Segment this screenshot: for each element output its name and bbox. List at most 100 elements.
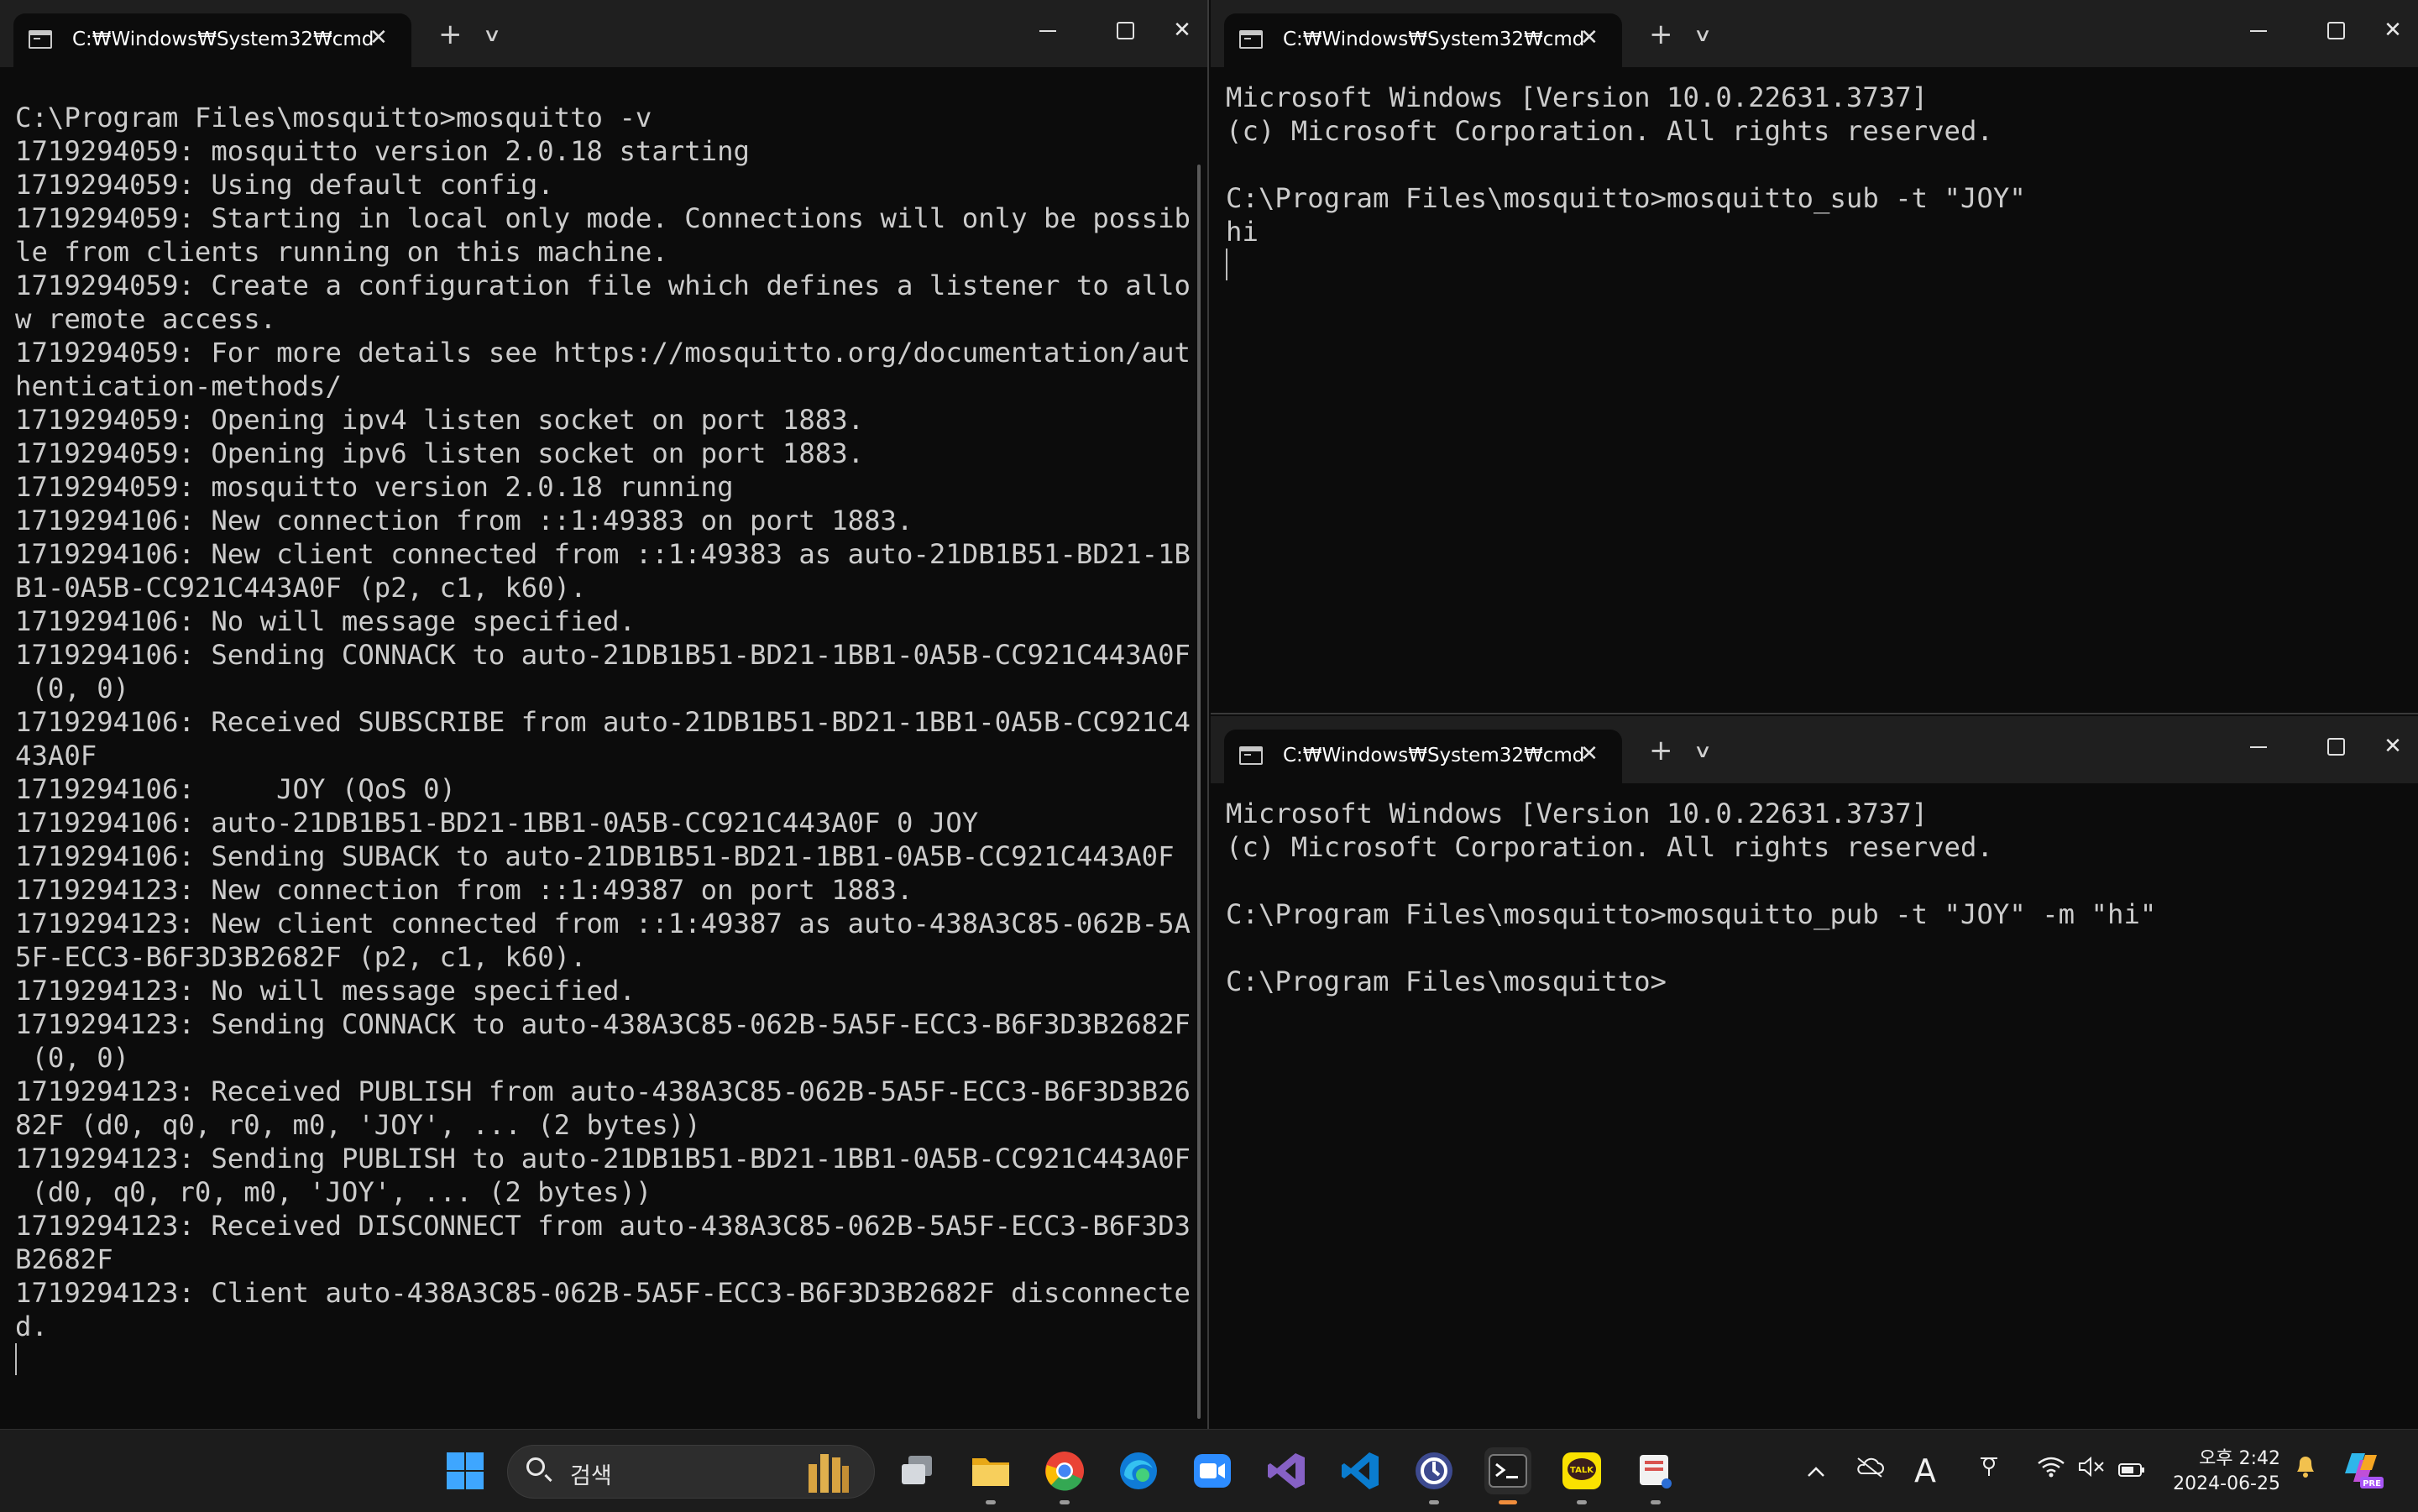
file-explorer-button[interactable] bbox=[967, 1447, 1014, 1504]
close-icon: ✕ bbox=[2384, 18, 2402, 43]
vscode-icon bbox=[1342, 1452, 1379, 1489]
clock-date: 2024-06-25 bbox=[2173, 1473, 2280, 1494]
new-tab-button[interactable]: + bbox=[438, 20, 463, 49]
tab-close-icon[interactable]: ✕ bbox=[1580, 25, 1599, 50]
console-line: 1719294059: Opening ipv4 listen socket o… bbox=[15, 404, 865, 436]
copilot-button[interactable]: PRE bbox=[2339, 1448, 2386, 1494]
zoom-button[interactable] bbox=[1189, 1447, 1236, 1494]
title-bar[interactable]: C:₩Windows₩System32₩cmd ✕ + ∨ ✕ bbox=[1211, 0, 2418, 67]
vscode-button[interactable] bbox=[1337, 1447, 1384, 1494]
console-line: hi bbox=[1226, 216, 1259, 248]
console-line: B2682F bbox=[15, 1243, 113, 1275]
wifi-icon bbox=[2038, 1457, 2065, 1478]
console-line: 1719294123: Sending CONNACK to auto-438A… bbox=[15, 1008, 1191, 1040]
running-indicator bbox=[986, 1500, 996, 1504]
console-output[interactable]: Microsoft Windows [Version 10.0.22631.37… bbox=[1226, 797, 2384, 998]
console-line: 1719294123: No will message specified. bbox=[15, 975, 636, 1007]
notifications-button[interactable] bbox=[2289, 1448, 2322, 1494]
close-button[interactable]: ✕ bbox=[1157, 13, 1207, 47]
console-line: 1719294106: No will message specified. bbox=[15, 605, 636, 637]
console-line: 1719294123: Received PUBLISH from auto-4… bbox=[15, 1075, 1191, 1107]
console-line: 1719294123: New connection from ::1:4938… bbox=[15, 874, 913, 906]
input-indicator[interactable]: A bbox=[1906, 1448, 1944, 1494]
minimize-button[interactable] bbox=[2233, 730, 2284, 763]
show-hidden-icons-button[interactable] bbox=[1797, 1448, 1835, 1494]
terminal-window-bottom-right[interactable]: C:₩Windows₩System32₩cmd ✕ + ∨ ✕ Microsof… bbox=[1211, 716, 2418, 1429]
kakaotalk-button[interactable]: TALK bbox=[1558, 1447, 1605, 1504]
cmd-icon bbox=[1239, 30, 1263, 49]
onedrive-tray-button[interactable] bbox=[1850, 1448, 1889, 1494]
console-line: hentication-methods/ bbox=[15, 370, 342, 402]
console-line: 43A0F bbox=[15, 740, 97, 772]
console-output[interactable]: Microsoft Windows [Version 10.0.22631.37… bbox=[1226, 81, 2384, 280]
console-line: w remote access. bbox=[15, 303, 277, 335]
title-bar[interactable]: C:₩Windows₩System32₩cmd ✕ + ∨ ✕ bbox=[1211, 716, 2418, 783]
close-button[interactable]: ✕ bbox=[2368, 13, 2418, 47]
tab-close-icon[interactable]: ✕ bbox=[1580, 741, 1599, 766]
tab-cmd[interactable]: C:₩Windows₩System32₩cmd ✕ bbox=[1224, 730, 1622, 783]
snipping-tool-button[interactable] bbox=[1632, 1447, 1679, 1504]
chrome-button[interactable] bbox=[1041, 1447, 1088, 1504]
tab-title: C:₩Windows₩System32₩cmd bbox=[72, 29, 374, 50]
terminal-button[interactable] bbox=[1484, 1447, 1531, 1504]
new-tab-button[interactable]: + bbox=[1649, 20, 1673, 49]
console-line: 1719294059: mosquitto version 2.0.18 run… bbox=[15, 471, 734, 503]
running-indicator bbox=[1060, 1500, 1070, 1504]
copilot-icon: PRE bbox=[2345, 1453, 2384, 1488]
console-line: 1719294106: New connection from ::1:4938… bbox=[15, 505, 913, 536]
cmd-icon bbox=[1239, 746, 1263, 765]
copilot-badge: PRE bbox=[2363, 1479, 2381, 1488]
close-icon: ✕ bbox=[1173, 18, 1191, 43]
visual-studio-button[interactable] bbox=[1263, 1447, 1310, 1494]
search-box[interactable]: 검색 bbox=[507, 1445, 875, 1499]
maximize-button[interactable] bbox=[2311, 13, 2361, 47]
task-view-icon bbox=[902, 1456, 932, 1484]
console-line: 1719294106: Received SUBSCRIBE from auto… bbox=[15, 706, 1191, 738]
console-line: (d0, q0, r0, m0, 'JOY', ... (2 bytes)) bbox=[15, 1176, 652, 1208]
console-line: B1-0A5B-CC921C443A0F (p2, c1, k60). bbox=[15, 572, 587, 604]
maximize-icon bbox=[1116, 22, 1134, 39]
chevron-down-icon[interactable]: ∨ bbox=[1693, 25, 1713, 46]
terminal-window-top-right[interactable]: C:₩Windows₩System32₩cmd ✕ + ∨ ✕ Microsof… bbox=[1211, 0, 2418, 714]
console-line: C:\Program Files\mosquitto>mosquitto -v bbox=[15, 102, 652, 133]
wifi-button[interactable] bbox=[2032, 1448, 2070, 1494]
battery-icon bbox=[2118, 1463, 2144, 1477]
chevron-up-icon bbox=[1808, 1467, 1824, 1477]
running-indicator bbox=[1577, 1500, 1587, 1504]
console-line: C:\Program Files\mosquitto>mosquitto_pub… bbox=[1226, 898, 2157, 930]
kakaotalk-label: TALK bbox=[1570, 1466, 1594, 1475]
new-tab-button[interactable]: + bbox=[1649, 736, 1673, 765]
console-line: 1719294106: JOY (QoS 0) bbox=[15, 773, 456, 805]
battery-button[interactable] bbox=[2112, 1448, 2151, 1494]
tab-close-icon[interactable]: ✕ bbox=[369, 25, 388, 50]
clock[interactable]: 오후 2:42 2024-06-25 bbox=[2163, 1447, 2280, 1497]
edge-icon bbox=[1120, 1452, 1157, 1489]
console-line: 1719294106: Sending SUBACK to auto-21DB1… bbox=[15, 840, 1175, 872]
task-view-button[interactable] bbox=[893, 1447, 940, 1494]
taskbar: 검색 TALK A 오후 2:42 2024-06-25 PRE bbox=[0, 1429, 2418, 1512]
console-line: C:\Program Files\mosquitto>mosquitto_sub… bbox=[1226, 182, 2026, 214]
terminal-window-left[interactable]: C:₩Windows₩System32₩cmd ✕ + ∨ ✕ C:\Progr… bbox=[0, 0, 1209, 1429]
title-bar[interactable]: C:₩Windows₩System32₩cmd ✕ + ∨ ✕ bbox=[0, 0, 1207, 67]
maximize-button[interactable] bbox=[2311, 730, 2361, 763]
minimize-button[interactable] bbox=[1023, 13, 1073, 47]
tab-cmd[interactable]: C:₩Windows₩System32₩cmd ✕ bbox=[13, 13, 411, 67]
running-indicator bbox=[1429, 1500, 1439, 1504]
clock-app-button[interactable] bbox=[1410, 1447, 1458, 1504]
chevron-down-icon[interactable]: ∨ bbox=[1693, 741, 1713, 762]
close-button[interactable]: ✕ bbox=[2368, 730, 2418, 763]
minimize-button[interactable] bbox=[2233, 13, 2284, 47]
console-line: d. bbox=[15, 1311, 48, 1342]
chevron-down-icon[interactable]: ∨ bbox=[483, 25, 502, 46]
tab-cmd[interactable]: C:₩Windows₩System32₩cmd ✕ bbox=[1224, 13, 1622, 67]
volume-muted-icon bbox=[2079, 1456, 2104, 1478]
volume-button[interactable] bbox=[2072, 1448, 2111, 1494]
start-button[interactable] bbox=[442, 1447, 489, 1494]
maximize-button[interactable] bbox=[1100, 13, 1150, 47]
ime-tray-button[interactable] bbox=[1970, 1448, 2008, 1494]
scrollbar[interactable] bbox=[1197, 165, 1201, 1419]
console-line: 1719294059: Starting in local only mode.… bbox=[15, 202, 1191, 234]
edge-button[interactable] bbox=[1115, 1447, 1162, 1494]
console-output[interactable]: C:\Program Files\mosquitto>mosquitto -v 1… bbox=[15, 67, 1191, 1375]
